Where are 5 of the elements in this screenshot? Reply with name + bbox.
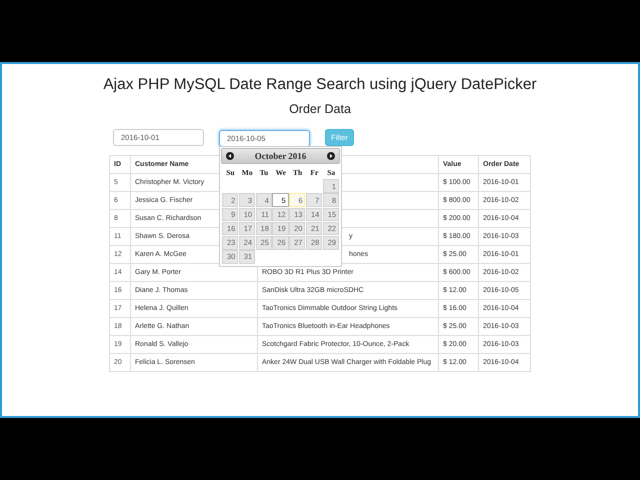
month-title: October 2016 — [254, 151, 306, 161]
next-month-button[interactable] — [326, 152, 335, 160]
prev-month-button[interactable] — [226, 152, 234, 160]
section-title: Order Data — [289, 102, 351, 116]
page-title: Ajax PHP MySQL Date Range Search using jQuery DatePicker — [103, 76, 537, 94]
